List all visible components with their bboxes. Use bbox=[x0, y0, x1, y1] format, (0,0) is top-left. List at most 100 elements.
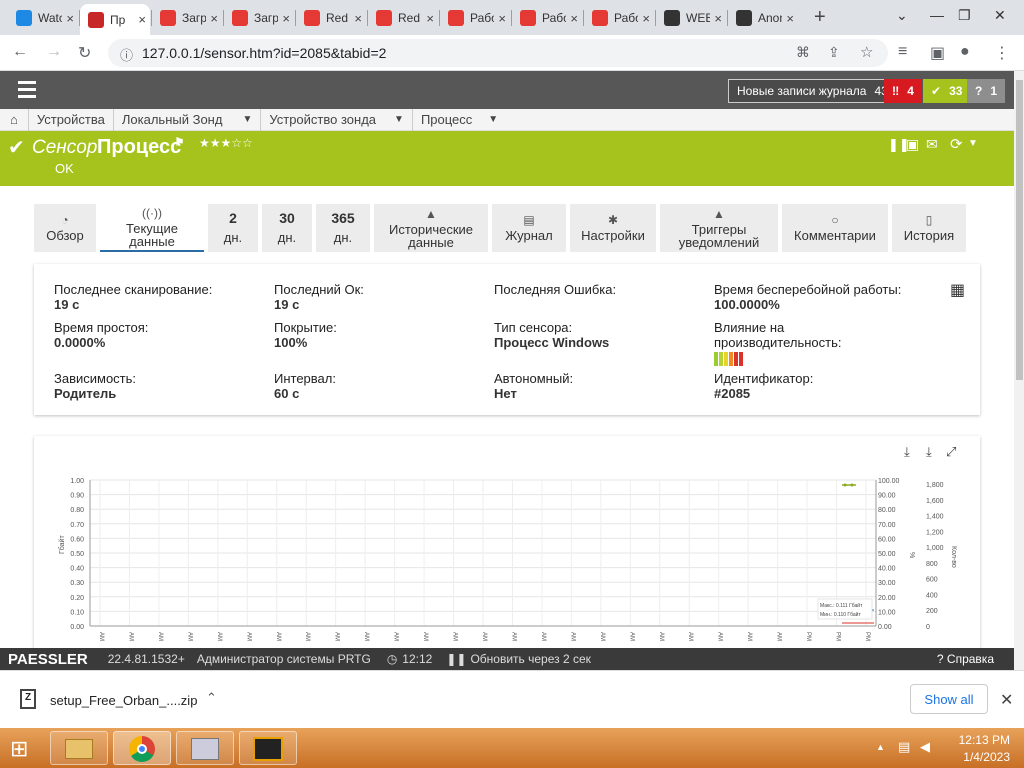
tab-close-icon[interactable]: × bbox=[134, 12, 150, 27]
ok-badge[interactable]: ✔ 33 bbox=[923, 79, 971, 103]
info-icon[interactable]: ⓘ bbox=[120, 45, 133, 64]
browser-tab[interactable]: Работ× bbox=[584, 5, 654, 31]
browser-tab[interactable]: Red H× bbox=[368, 5, 438, 31]
refresh-text[interactable]: Обновить через 2 сек bbox=[470, 652, 590, 666]
tab-close-icon[interactable]: × bbox=[422, 11, 438, 26]
tab-close-icon[interactable]: × bbox=[782, 11, 798, 26]
tab-icon: ◔ bbox=[61, 213, 69, 227]
address-bar[interactable]: ⓘ 127.0.0.1/sensor.htm?id=2085&tabid=2 ⌘… bbox=[108, 39, 888, 67]
prtg-app-icon[interactable] bbox=[239, 731, 297, 765]
refresh-icon[interactable]: ⟳ bbox=[950, 135, 963, 153]
breadcrumb-probe-device[interactable]: Устройство зонда ▼ bbox=[260, 108, 412, 131]
chevron-down-icon[interactable]: ▼ bbox=[488, 114, 498, 125]
network-icon[interactable]: ▤ bbox=[898, 739, 910, 755]
chevron-down-icon[interactable]: ▼ bbox=[242, 114, 252, 125]
browser-tab[interactable]: WEB × bbox=[656, 5, 726, 31]
side-panel-icon[interactable]: ▣ bbox=[930, 43, 945, 63]
window-close-icon[interactable]: ✕ bbox=[994, 7, 1006, 24]
tray-expand-icon[interactable]: ▲ bbox=[876, 742, 885, 752]
tab-search-icon[interactable]: ⌄ bbox=[896, 7, 908, 24]
tab-3[interactable]: 30 дн. bbox=[262, 204, 312, 252]
chrome-icon[interactable] bbox=[113, 731, 171, 765]
tab-4[interactable]: 365 дн. bbox=[316, 204, 370, 252]
unknown-badge[interactable]: ? 1 bbox=[967, 79, 1006, 103]
download-filename[interactable]: setup_Free_Orban_....zip bbox=[50, 693, 197, 708]
chevron-up-icon[interactable]: ⌃ bbox=[206, 690, 217, 706]
tab-close-icon[interactable]: × bbox=[638, 11, 654, 26]
user-text[interactable]: Администратор системы PRTG bbox=[197, 652, 371, 666]
breadcrumb-devices[interactable]: Устройства bbox=[27, 108, 113, 131]
windows-start-icon[interactable]: ⊞ bbox=[10, 736, 28, 762]
close-icon[interactable]: ✕ bbox=[1000, 690, 1013, 710]
forward-icon[interactable]: → bbox=[46, 43, 62, 61]
impact-segment bbox=[724, 352, 728, 366]
info-field-label: Последний Ок: bbox=[274, 282, 364, 297]
tab-close-icon[interactable]: × bbox=[494, 11, 510, 26]
tab-8[interactable]: ▲ Триггеры уведомлений bbox=[660, 204, 778, 252]
profile-icon[interactable]: ● bbox=[960, 43, 970, 61]
scrollbar-thumb[interactable] bbox=[1016, 80, 1023, 380]
chevron-down-icon[interactable]: ▼ bbox=[968, 138, 978, 149]
chevron-down-icon[interactable]: ▼ bbox=[394, 114, 404, 125]
tab-close-icon[interactable]: × bbox=[350, 11, 366, 26]
reading-list-icon[interactable]: ≡ bbox=[898, 43, 907, 61]
home-icon[interactable]: ⌂ bbox=[0, 112, 28, 127]
monitor-app-icon[interactable] bbox=[176, 731, 234, 765]
minimize-icon[interactable]: — bbox=[930, 7, 944, 23]
bookmark-star-icon[interactable]: ☆ bbox=[860, 43, 873, 61]
info-field-label: Зависимость: bbox=[54, 371, 137, 386]
reload-icon[interactable]: ↻ bbox=[78, 43, 91, 63]
impact-segment bbox=[729, 352, 733, 366]
tab-favicon-icon bbox=[232, 10, 248, 26]
pause-refresh-icon[interactable]: ❚❚ bbox=[446, 652, 466, 666]
tab-close-icon[interactable]: × bbox=[566, 11, 582, 26]
browser-tab[interactable]: Пр × bbox=[80, 4, 150, 35]
browser-tab[interactable]: Anony× bbox=[728, 5, 798, 31]
tab-10[interactable]: ▯ История bbox=[892, 204, 966, 252]
tab-0[interactable]: ◔ Обзор bbox=[34, 204, 96, 252]
back-icon[interactable]: ← bbox=[12, 43, 28, 61]
help-link[interactable]: ? Справка bbox=[937, 652, 994, 666]
tab-1[interactable]: ((·)) Текущие данные bbox=[100, 204, 204, 252]
browser-tab[interactable]: Red H× bbox=[296, 5, 366, 31]
flag-icon[interactable]: ⚑ bbox=[174, 135, 185, 149]
x-tick-label: AM bbox=[687, 632, 693, 641]
browser-tab[interactable]: Загру× bbox=[224, 5, 294, 31]
volume-icon[interactable]: ◀ bbox=[920, 739, 930, 755]
tab-6[interactable]: ▤ Журнал bbox=[492, 204, 566, 252]
hamburger-menu-icon[interactable] bbox=[18, 81, 36, 102]
browser-tab[interactable]: Работ× bbox=[512, 5, 582, 31]
tab-close-icon[interactable]: × bbox=[710, 11, 726, 26]
tab-5[interactable]: ▲ Исторические данные bbox=[374, 204, 488, 252]
browser-tab[interactable]: Watch× bbox=[8, 5, 78, 31]
new-log-entries-button[interactable]: Новые записи журнала 43 bbox=[728, 79, 897, 103]
show-all-button[interactable]: Show all bbox=[910, 684, 988, 714]
clock-date[interactable]: 1/4/2023 bbox=[950, 750, 1010, 764]
browser-tab[interactable]: Загру× bbox=[152, 5, 222, 31]
tab-2[interactable]: 2 дн. bbox=[208, 204, 258, 252]
clock-time[interactable]: 12:13 PM bbox=[950, 733, 1010, 747]
share-icon[interactable]: ⇪ bbox=[828, 44, 840, 61]
browser-tab[interactable]: Работ× bbox=[440, 5, 510, 31]
tab-separator bbox=[655, 10, 656, 26]
priority-stars[interactable]: ★★★☆☆ bbox=[199, 136, 253, 150]
alarm-badge[interactable]: ‼ 4 bbox=[884, 79, 922, 103]
info-field-value: #2085 bbox=[714, 386, 751, 401]
new-tab-button[interactable]: + bbox=[814, 6, 826, 29]
tab-close-icon[interactable]: × bbox=[62, 11, 78, 26]
breadcrumb-local-probe[interactable]: Локальный Зонд ▼ bbox=[112, 108, 260, 131]
restore-icon[interactable]: ❐ bbox=[958, 7, 971, 24]
file-explorer-icon[interactable] bbox=[50, 731, 108, 765]
translate-icon[interactable]: ⌘ bbox=[796, 44, 810, 61]
alarm-count: 4 bbox=[907, 84, 914, 98]
breadcrumb-process[interactable]: Процесс ▼ bbox=[411, 108, 506, 131]
tab-7[interactable]: ✱ Настройки bbox=[570, 204, 656, 252]
tab-close-icon[interactable]: × bbox=[278, 11, 294, 26]
tab-9[interactable]: ○ Комментарии bbox=[782, 204, 888, 252]
qr-code-icon[interactable]: ▦ bbox=[950, 280, 965, 300]
impact-segment bbox=[739, 352, 743, 366]
menu-kebab-icon[interactable]: ⋮ bbox=[994, 43, 1010, 63]
email-icon[interactable]: ✉ bbox=[926, 136, 938, 153]
tab-close-icon[interactable]: × bbox=[206, 11, 222, 26]
pdf-icon[interactable]: ▣ bbox=[906, 136, 919, 153]
